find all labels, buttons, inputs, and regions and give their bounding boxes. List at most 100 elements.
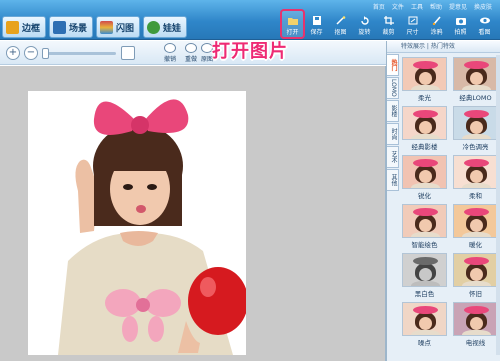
effect-label: 经典LOMO	[459, 94, 492, 102]
tab-frame-label: 边框	[22, 23, 41, 34]
category-tab-other[interactable]: 其他	[387, 169, 399, 191]
category-tab-art[interactable]: 艺术	[387, 146, 399, 168]
doodle-label: 涂鸦	[430, 29, 443, 36]
category-tab-hot[interactable]: 热门	[387, 54, 399, 76]
effect-thumbnail	[453, 302, 498, 336]
rotate-label: 旋转	[358, 29, 371, 36]
folder-open-icon	[287, 18, 298, 25]
rotate-icon	[360, 16, 369, 25]
portrait-image	[28, 91, 246, 355]
effect-thumbnail	[402, 302, 447, 336]
effect-item[interactable]: 冷色调亮	[452, 106, 499, 151]
canvas-area[interactable]	[0, 66, 386, 361]
effects-panel: 特效展示 | 热门特效 热门 LOMO 影楼 时尚 艺术 其他 柔光 经典LOMO…	[386, 41, 500, 361]
effect-item[interactable]: 柔光	[401, 57, 448, 102]
view-button[interactable]: 看图	[473, 10, 496, 38]
zoom-in-icon: +	[8, 47, 18, 58]
category-tab-fashion[interactable]: 时尚	[387, 123, 399, 145]
crop-label: 裁剪	[382, 29, 395, 36]
zoom-slider-track[interactable]	[44, 52, 116, 55]
fit-window-button[interactable]	[121, 46, 135, 60]
open-image-callout: 打开图片	[212, 41, 288, 62]
doll-icon	[147, 20, 161, 34]
effect-label: 柔光	[418, 94, 431, 102]
effect-item[interactable]: 怀旧	[452, 253, 499, 298]
crop-icon	[383, 16, 394, 25]
redo-icon	[185, 43, 197, 53]
top-bar: 首页 文件 工具 帮助 提意见 换皮肤 边框 场景 闪图 娃娃 打开 保存 抠图…	[0, 0, 500, 40]
effect-thumbnail	[402, 106, 447, 140]
zoom-in-button[interactable]: +	[6, 46, 20, 60]
tab-doll[interactable]: 娃娃	[143, 16, 188, 38]
scene-icon	[53, 20, 67, 34]
effect-thumbnail	[453, 204, 498, 238]
flash-icon	[100, 20, 114, 34]
doodle-button[interactable]: 涂鸦	[425, 10, 448, 38]
effect-thumbnail	[453, 57, 498, 91]
tab-flash-label: 闪图	[116, 23, 135, 34]
undo-label: 撤销	[163, 56, 176, 63]
eye-icon	[479, 17, 490, 24]
effect-label: 黑白色	[414, 290, 435, 298]
effect-category-tabs: 热门 LOMO 影楼 时尚 艺术 其他	[387, 54, 399, 192]
effect-item[interactable]: 电视线	[452, 302, 499, 347]
open-button[interactable]: 打开	[280, 9, 305, 39]
effect-label: 电视线	[465, 339, 486, 347]
open-label: 打开	[286, 29, 299, 36]
undo-icon	[164, 43, 176, 53]
effect-item[interactable]: 经典LOMO	[452, 57, 499, 102]
effect-item[interactable]: 黑白色	[401, 253, 448, 298]
category-tab-studio[interactable]: 影楼	[387, 100, 399, 122]
effect-label: 怀旧	[469, 290, 482, 298]
photo-preview[interactable]	[28, 91, 246, 355]
effect-item[interactable]: 噪点	[401, 302, 448, 347]
tab-scene-label: 场景	[69, 23, 88, 34]
undo-button[interactable]: 撤销	[160, 43, 180, 63]
effect-item[interactable]: 经典影楼	[401, 106, 448, 151]
effect-item[interactable]: 暖化	[452, 204, 499, 249]
effect-label: 柔和	[469, 192, 482, 200]
mode-tabs: 边框 场景 闪图 娃娃	[2, 16, 188, 38]
resize-button[interactable]: 尺寸	[401, 10, 424, 38]
main-toolbar: 打开 保存 抠图 旋转 裁剪 尺寸 涂鸦 拍照 看图	[280, 9, 496, 39]
effect-label: 锐化	[418, 192, 431, 200]
tab-doll-label: 娃娃	[163, 23, 182, 34]
zoom-out-button[interactable]: −	[24, 46, 38, 60]
camera-icon	[455, 18, 466, 25]
camera-label: 拍照	[454, 29, 467, 36]
cutout-label: 抠图	[334, 29, 347, 36]
effect-label: 经典影楼	[411, 143, 438, 151]
cutout-button[interactable]: 抠图	[329, 10, 352, 38]
view-toolbar: + − 撤销 重做 原图	[0, 41, 386, 65]
frame-icon	[6, 20, 19, 34]
rotate-button[interactable]: 旋转	[353, 10, 376, 38]
effect-item[interactable]: 柔和	[452, 155, 499, 200]
effect-item[interactable]: 锐化	[401, 155, 448, 200]
effect-thumbnail	[453, 106, 498, 140]
effect-label: 噪点	[418, 339, 431, 347]
crop-button[interactable]: 裁剪	[377, 10, 400, 38]
redo-label: 重做	[184, 56, 197, 63]
panel-header: 特效展示 | 热门特效	[387, 41, 500, 53]
effect-item[interactable]: 智能绘色	[401, 204, 448, 249]
panel-scrollbar[interactable]	[496, 55, 500, 355]
zoom-slider-handle[interactable]	[42, 48, 49, 59]
effect-thumbnail	[453, 253, 498, 287]
effect-label: 智能绘色	[411, 241, 438, 249]
effect-thumbnail	[402, 253, 447, 287]
effect-label: 暖化	[469, 241, 482, 249]
zoom-out-icon: −	[26, 47, 36, 58]
effect-thumbnail	[453, 155, 498, 189]
save-label: 保存	[310, 29, 323, 36]
tab-flash[interactable]: 闪图	[96, 16, 141, 38]
tab-scene[interactable]: 场景	[49, 16, 94, 38]
save-button[interactable]: 保存	[305, 10, 328, 38]
category-tab-lomo[interactable]: LOMO	[387, 77, 399, 99]
camera-button[interactable]: 拍照	[449, 10, 472, 38]
resize-label: 尺寸	[406, 29, 419, 36]
tab-frame[interactable]: 边框	[2, 16, 47, 38]
effect-label: 冷色调亮	[462, 143, 489, 151]
magic-wand-icon	[335, 16, 345, 25]
redo-button[interactable]: 重做	[181, 43, 201, 63]
effect-thumbnail	[402, 155, 447, 189]
